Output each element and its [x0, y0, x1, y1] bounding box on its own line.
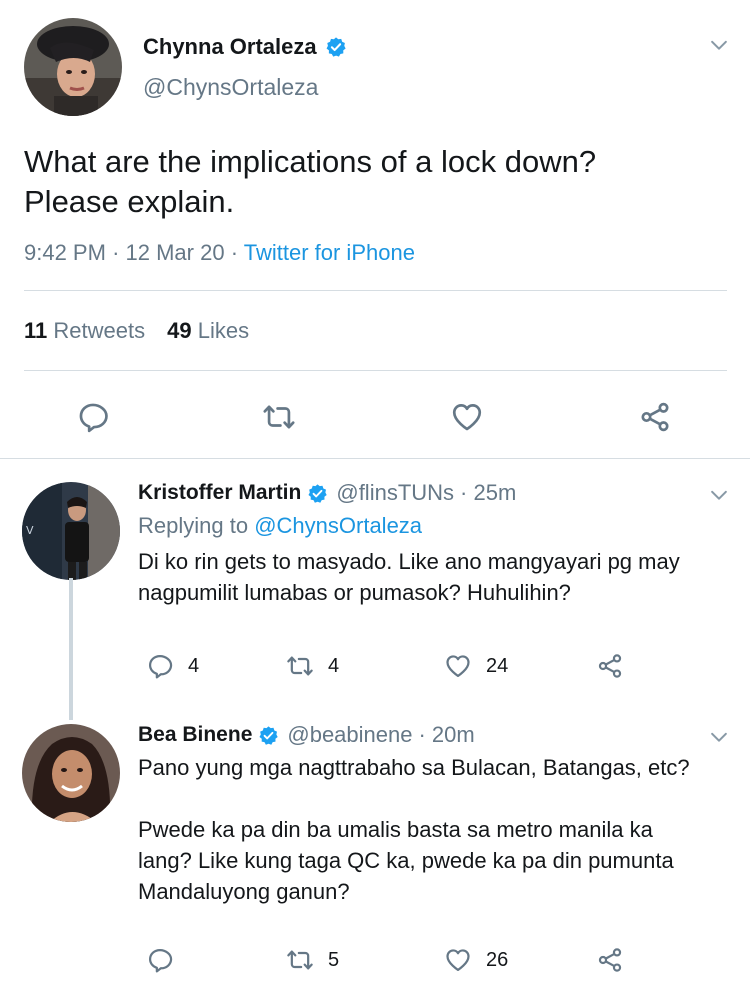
reply-text-line: Pwede ka pa din ba umalis basta sa metro…: [138, 817, 653, 842]
reply-text-line: lang? Like kung taga QC ka, pwede ka pa …: [138, 848, 674, 873]
reply-icon: [146, 946, 174, 974]
retweet-count: 4: [328, 654, 340, 677]
author-handle[interactable]: @ChynsOrtaleza: [143, 74, 318, 101]
reply-text: Di ko rin gets to masyado. Like ano mang…: [138, 546, 728, 608]
reply-text-line: Pano yung mga nagttrabaho sa Bulacan, Ba…: [138, 755, 690, 780]
tweet-stats: 11 Retweets 49 Likes: [24, 318, 249, 344]
tweet-text-line: Please explain.: [24, 184, 235, 219]
retweet-icon: [286, 946, 314, 974]
author-handle[interactable]: @flinsTUNs: [336, 480, 454, 506]
author-name-row: Chynna Ortaleza: [143, 32, 347, 62]
thread-connector: [69, 578, 73, 720]
tweet-date: 12 Mar 20: [125, 240, 225, 265]
share-button[interactable]: [596, 946, 624, 974]
reply-header: Kristoffer Martin @flinsTUNs · 25m: [138, 478, 516, 508]
avatar[interactable]: [22, 724, 120, 822]
divider: [24, 370, 727, 371]
retweet-icon: [286, 652, 314, 680]
heart-icon: [444, 946, 472, 974]
verified-badge-icon: [325, 36, 347, 58]
share-icon: [596, 946, 624, 974]
heart-icon: [444, 652, 472, 680]
chevron-down-icon[interactable]: [708, 726, 730, 748]
share-icon: [596, 652, 624, 680]
reply-icon: [146, 652, 174, 680]
reply-text: Pano yung mga nagttrabaho sa Bulacan, Ba…: [138, 752, 728, 907]
reply-text-line: Di ko rin gets to masyado. Like ano mang…: [138, 549, 680, 574]
author-name[interactable]: Bea Binene: [138, 723, 252, 747]
tweet-age: · 20m: [418, 722, 475, 747]
verified-badge-icon: [307, 483, 328, 504]
likes-label: Likes: [197, 318, 250, 343]
like-button[interactable]: 24: [444, 652, 508, 680]
section-separator: [0, 458, 750, 459]
retweet-count: 5: [328, 948, 340, 971]
reply-button[interactable]: [146, 946, 174, 974]
svg-text:V: V: [26, 524, 34, 537]
avatar[interactable]: [24, 18, 122, 116]
share-icon[interactable]: [638, 400, 672, 434]
retweet-icon[interactable]: [262, 400, 296, 434]
replying-to: Replying to @ChynsOrtaleza: [138, 513, 422, 539]
heart-icon[interactable]: [450, 400, 484, 434]
reply-text-line: nagpumilit lumabas or pumasok? Huhulihin…: [138, 580, 571, 605]
tweet-text-line: What are the implications of a lock down…: [24, 144, 597, 179]
reply-actions: 5 26: [138, 946, 638, 976]
tweet-age: · 25m: [460, 480, 517, 505]
replying-handle-link[interactable]: @ChynsOrtaleza: [254, 513, 422, 538]
tweet-meta: 9:42 PM · 12 Mar 20 · Twitter for iPhone: [24, 240, 415, 266]
reply-header: Bea Binene @beabinene · 20m: [138, 720, 475, 750]
retweet-button[interactable]: 5: [286, 946, 339, 974]
likes-stat[interactable]: 49 Likes: [167, 318, 249, 344]
author-name[interactable]: Chynna Ortaleza: [143, 34, 317, 60]
main-tweet: Chynna Ortaleza @ChynsOrtaleza What are …: [0, 0, 750, 458]
retweets-label: Retweets: [53, 318, 146, 343]
author-name[interactable]: Kristoffer Martin: [138, 481, 301, 505]
reply-count: 4: [188, 654, 200, 677]
reply-button[interactable]: 4: [146, 652, 199, 680]
meta-separator: ·: [230, 240, 239, 265]
like-count: 26: [486, 948, 509, 971]
meta-separator: ·: [112, 240, 120, 265]
replying-label: Replying to: [138, 513, 249, 538]
chevron-down-icon[interactable]: [708, 34, 730, 56]
retweets-count: 11: [24, 318, 48, 343]
verified-badge-icon: [258, 725, 279, 746]
share-button[interactable]: [596, 652, 624, 680]
author-handle[interactable]: @beabinene: [287, 722, 412, 748]
avatar[interactable]: V: [22, 482, 120, 580]
tweet-time: 9:42 PM: [24, 240, 106, 265]
like-count: 24: [486, 654, 509, 677]
likes-count: 49: [167, 318, 192, 343]
divider: [24, 290, 727, 291]
tweet-text: What are the implications of a lock down…: [24, 142, 714, 222]
reply-actions: 4 4 24: [138, 652, 638, 682]
reply-icon[interactable]: [76, 400, 110, 434]
retweet-button[interactable]: 4: [286, 652, 339, 680]
retweets-stat[interactable]: 11 Retweets: [24, 318, 145, 344]
reply-text-line: Mandaluyong ganun?: [138, 879, 350, 904]
chevron-down-icon[interactable]: [708, 484, 730, 506]
like-button[interactable]: 26: [444, 946, 508, 974]
tweet-source-link[interactable]: Twitter for iPhone: [244, 240, 415, 265]
